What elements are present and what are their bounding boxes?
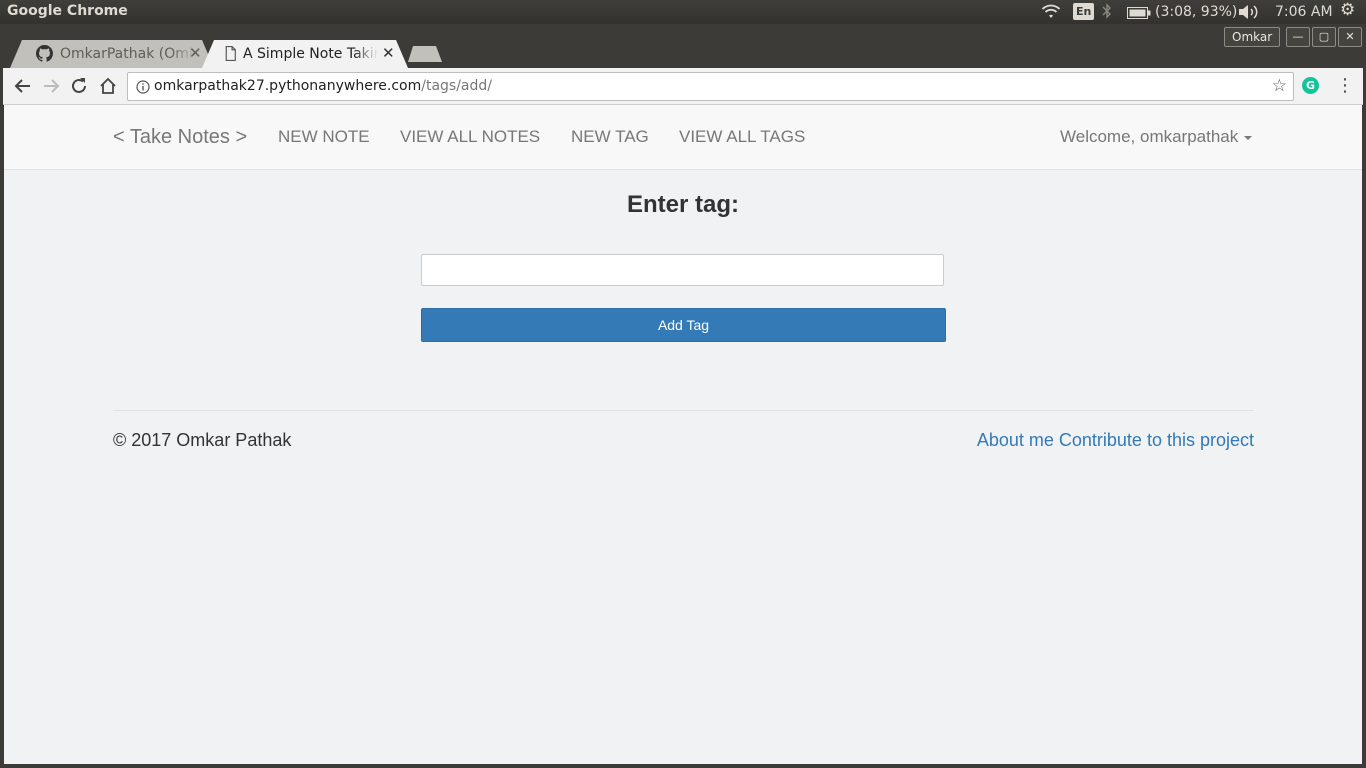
tab-strip: OmkarPathak (Omkar Pathak) ✕ A Simple No… xyxy=(0,24,1366,68)
form-heading: Enter tag: xyxy=(626,191,739,218)
nav-view-all-tags[interactable]: VIEW ALL TAGS xyxy=(679,127,805,147)
forward-icon[interactable] xyxy=(40,75,62,97)
system-gear-icon[interactable]: ⚙ xyxy=(1340,1,1355,19)
footer-divider xyxy=(113,410,1254,411)
footer-links: About me Contribute to this project xyxy=(977,430,1254,451)
about-me-link[interactable]: About me xyxy=(977,430,1054,450)
new-tab-button[interactable] xyxy=(408,46,442,62)
maximize-icon[interactable]: ▢ xyxy=(1312,27,1336,47)
caret-down-icon xyxy=(1244,135,1253,140)
tab-github[interactable]: OmkarPathak (Omkar Pathak) ✕ xyxy=(10,40,214,68)
back-icon[interactable] xyxy=(12,75,34,97)
nav-new-note[interactable]: NEW NOTE xyxy=(278,127,370,147)
volume-icon[interactable] xyxy=(1238,4,1260,25)
os-app-title: Google Chrome xyxy=(7,3,128,19)
close-tab-icon[interactable]: ✕ xyxy=(189,44,202,62)
tab-title: OmkarPathak (Omkar Pathak) xyxy=(60,45,195,63)
address-bar[interactable]: omkarpathak27.pythonanywhere.com/tags/ad… xyxy=(127,72,1294,101)
brand-link[interactable]: < Take Notes > xyxy=(113,126,247,149)
battery-status: (3:08, 93%) xyxy=(1155,4,1238,20)
contribute-link[interactable]: Contribute to this project xyxy=(1059,430,1254,450)
footer-copyright: © 2017 Omkar Pathak xyxy=(113,430,292,450)
battery-icon[interactable] xyxy=(1127,6,1151,24)
add-tag-button[interactable]: Add Tag xyxy=(421,308,946,342)
user-dropdown[interactable]: Welcome, omkarpathak xyxy=(1060,127,1253,147)
clock[interactable]: 7:06 AM xyxy=(1275,3,1333,21)
tab-note-app[interactable]: A Simple Note Taking App ✕ xyxy=(202,40,408,68)
site-info-icon[interactable] xyxy=(136,73,150,100)
browser-toolbar: omkarpathak27.pythonanywhere.com/tags/ad… xyxy=(3,68,1363,105)
close-window-icon[interactable]: ✕ xyxy=(1338,27,1362,47)
url-text: omkarpathak27.pythonanywhere.com/tags/ad… xyxy=(154,73,492,100)
bookmark-star-icon[interactable]: ☆ xyxy=(1272,73,1287,100)
home-icon[interactable] xyxy=(97,75,119,97)
url-host: omkarpathak27.pythonanywhere.com xyxy=(154,78,422,94)
os-top-panel: Google Chrome En (3:08, 93%) 7:06 AM ⚙ xyxy=(0,0,1366,24)
nav-new-tag[interactable]: NEW TAG xyxy=(571,127,649,147)
window-border xyxy=(0,764,1366,768)
chrome-menu-icon[interactable]: ⋮ xyxy=(1336,75,1354,97)
tab-title: A Simple Note Taking App xyxy=(243,45,378,63)
github-icon xyxy=(36,45,54,62)
document-icon xyxy=(222,45,239,62)
grammarly-extension-icon[interactable]: G xyxy=(1302,77,1319,94)
browser-window: OmkarPathak (Omkar Pathak) ✕ A Simple No… xyxy=(0,24,1366,768)
keyboard-language-indicator[interactable]: En xyxy=(1073,3,1095,20)
wifi-icon[interactable] xyxy=(1041,4,1061,25)
close-tab-icon[interactable]: ✕ xyxy=(382,44,395,62)
page-viewport: < Take Notes > NEW NOTE VIEW ALL NOTES N… xyxy=(4,105,1362,764)
url-path: /tags/add/ xyxy=(421,78,493,94)
tag-input[interactable] xyxy=(421,254,944,286)
nav-view-all-notes[interactable]: VIEW ALL NOTES xyxy=(400,127,540,147)
minimize-icon[interactable]: — xyxy=(1286,27,1310,47)
bluetooth-icon[interactable] xyxy=(1102,3,1112,24)
welcome-text: Welcome, omkarpathak xyxy=(1060,127,1239,146)
profile-button[interactable]: Omkar xyxy=(1224,27,1281,47)
reload-icon[interactable] xyxy=(68,75,90,97)
site-navbar: < Take Notes > NEW NOTE VIEW ALL NOTES N… xyxy=(4,105,1362,170)
